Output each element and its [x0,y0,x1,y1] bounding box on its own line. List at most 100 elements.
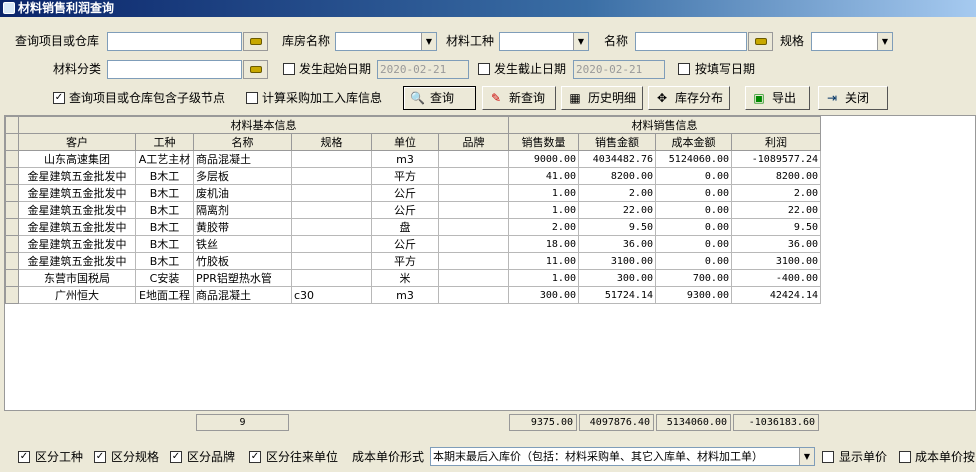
spec-select[interactable]: ▼ [811,32,893,51]
table-cell: 黄胶带 [193,218,292,236]
table-cell: 1.00 [508,269,579,287]
category-input[interactable] [107,60,242,79]
column-header[interactable]: 销售数量 [508,133,579,151]
name-input[interactable] [635,32,747,51]
row-indicator[interactable] [5,269,19,287]
table-cell: 2.00 [578,184,656,202]
table-cell: 金星建筑五金批发中 [18,201,136,219]
column-header[interactable]: 利润 [731,133,821,151]
new-query-button[interactable]: ✎ 新查询 [482,86,556,110]
table-cell: 22.00 [731,201,821,219]
by-brand-checkbox[interactable]: ✓ [170,451,182,463]
row-indicator[interactable] [5,286,19,304]
show-price-label: 显示单价 [839,450,888,464]
column-header[interactable]: 客户 [18,133,136,151]
table-cell: B木工 [135,184,194,202]
query-button[interactable]: 🔍 查询 [403,86,476,110]
row-indicator[interactable] [5,218,19,236]
table-cell: 3100.00 [731,252,821,270]
chevron-down-icon: ▼ [421,33,436,50]
table-cell [291,269,372,287]
results-grid[interactable]: 材料基本信息 材料销售信息 客户 工种 名称 规格 单位 品牌 销售数量 销售金额 成本金额 利润… [4,115,976,432]
column-header[interactable]: 品牌 [438,133,509,151]
table-cell: 公斤 [371,201,439,219]
table-cell: 2.00 [508,218,579,236]
fill-date-label: 按填写日期 [695,62,756,76]
category-label: 材料分类 [53,62,102,76]
close-button[interactable]: ⇥ 关闭 [818,86,888,110]
column-header[interactable]: 名称 [193,133,292,151]
group-header-basic: 材料基本信息 [18,116,509,134]
project-input[interactable] [107,32,242,51]
table-cell: 2.00 [731,184,821,202]
table-cell: 盘 [371,218,439,236]
table-row[interactable]: 金星建筑五金批发中 B木工 废机油 公斤 1.00 2.00 0.00 2.00 [5,184,821,202]
end-date-label: 发生截止日期 [494,62,567,76]
by-partner-checkbox[interactable]: ✓ [249,451,261,463]
stock-distribution-button[interactable]: ✥ 库存分布 [648,86,730,110]
warehouse-select[interactable]: ▼ [335,32,437,51]
column-header[interactable]: 规格 [291,133,372,151]
name-label: 名称 [604,34,629,48]
cost-by-checkbox[interactable] [899,451,911,463]
export-button[interactable]: ▣ 导出 [745,86,810,110]
row-indicator[interactable] [5,201,19,219]
table-cell: 9300.00 [655,286,732,304]
table-row[interactable]: 金星建筑五金批发中 B木工 铁丝 公斤 18.00 36.00 0.00 36.00 [5,235,821,253]
table-row[interactable]: 东营市国税局 C安装 PPR铝塑热水管 米 1.00 300.00 700.00 -400.0… [5,269,821,287]
table-cell: B木工 [135,167,194,185]
table-row[interactable]: 金星建筑五金批发中 B木工 多层板 平方 41.00 8200.00 0.00 8200.00 [5,167,821,185]
end-date-input[interactable]: 2020-02-21 [573,60,665,79]
table-cell [438,184,509,202]
table-cell: PPR铝塑热水管 [193,269,292,287]
table-cell [438,252,509,270]
row-indicator[interactable] [5,252,19,270]
start-date-input[interactable]: 2020-02-21 [377,60,469,79]
show-price-checkbox[interactable] [822,451,834,463]
table-cell: 22.00 [578,201,656,219]
column-header[interactable]: 成本金额 [655,133,732,151]
table-cell: 米 [371,269,439,287]
table-cell: 废机油 [193,184,292,202]
table-cell: 0.00 [655,167,732,185]
table-cell: 铁丝 [193,235,292,253]
table-row[interactable]: 金星建筑五金批发中 B木工 黄胶带盘 2.00 9.50 0.00 9.50 [5,218,821,236]
pencil-icon: ✎ [490,91,502,105]
trade-select[interactable]: ▼ [499,32,589,51]
table-row[interactable]: 金星建筑五金批发中 B木工 竹胶板 平方 11.00 3100.00 0.00 3100.00 [5,252,821,270]
history-button[interactable]: ▦ 历史明细 [561,86,643,110]
table-cell: A工艺主材 [135,150,194,168]
column-header[interactable]: 销售金额 [578,133,656,151]
calc-purchase-label: 计算采购加工入库信息 [262,91,383,105]
by-spec-checkbox[interactable]: ✓ [94,451,106,463]
by-trade-checkbox[interactable]: ✓ [18,451,30,463]
project-picker-button[interactable] [243,32,268,51]
table-cell: 9000.00 [508,150,579,168]
table-row[interactable]: 金星建筑五金批发中 B木工 隔离剂 公斤 1.00 22.00 0.00 22.00 [5,201,821,219]
end-date-checkbox[interactable] [478,63,490,75]
include-children-checkbox[interactable]: ✓ [53,92,65,104]
start-date-checkbox[interactable] [283,63,295,75]
category-picker-button[interactable] [243,60,268,79]
excel-icon: ▣ [753,91,765,105]
calc-purchase-checkbox[interactable] [246,92,258,104]
row-indicator[interactable] [5,235,19,253]
cost-mode-select[interactable]: 本期末最后入库价（包括：材料采购单、其它入库单、材料加工单） ▼ [430,447,815,466]
table-cell: 42424.14 [731,286,821,304]
table-cell [291,252,372,270]
table-cell [291,235,372,253]
row-indicator[interactable] [5,150,19,168]
table-cell [438,269,509,287]
name-picker-button[interactable] [748,32,773,51]
table-row[interactable]: 广州恒大 E地面工程 商品混凝土 c30 m3 300.00 51724.14 9300.00… [5,286,821,304]
row-indicator[interactable] [5,184,19,202]
table-cell: B木工 [135,252,194,270]
column-header[interactable]: 单位 [371,133,439,151]
row-indicator[interactable] [5,167,19,185]
fill-date-checkbox[interactable] [678,63,690,75]
column-header[interactable]: 工种 [135,133,194,151]
corner-cell [5,116,19,134]
table-row[interactable]: 山东高速集团 A工艺主材 商品混凝土 m3 9000.00 4034482.76 51240… [5,150,821,168]
table-cell: B木工 [135,218,194,236]
app-icon [3,2,15,14]
